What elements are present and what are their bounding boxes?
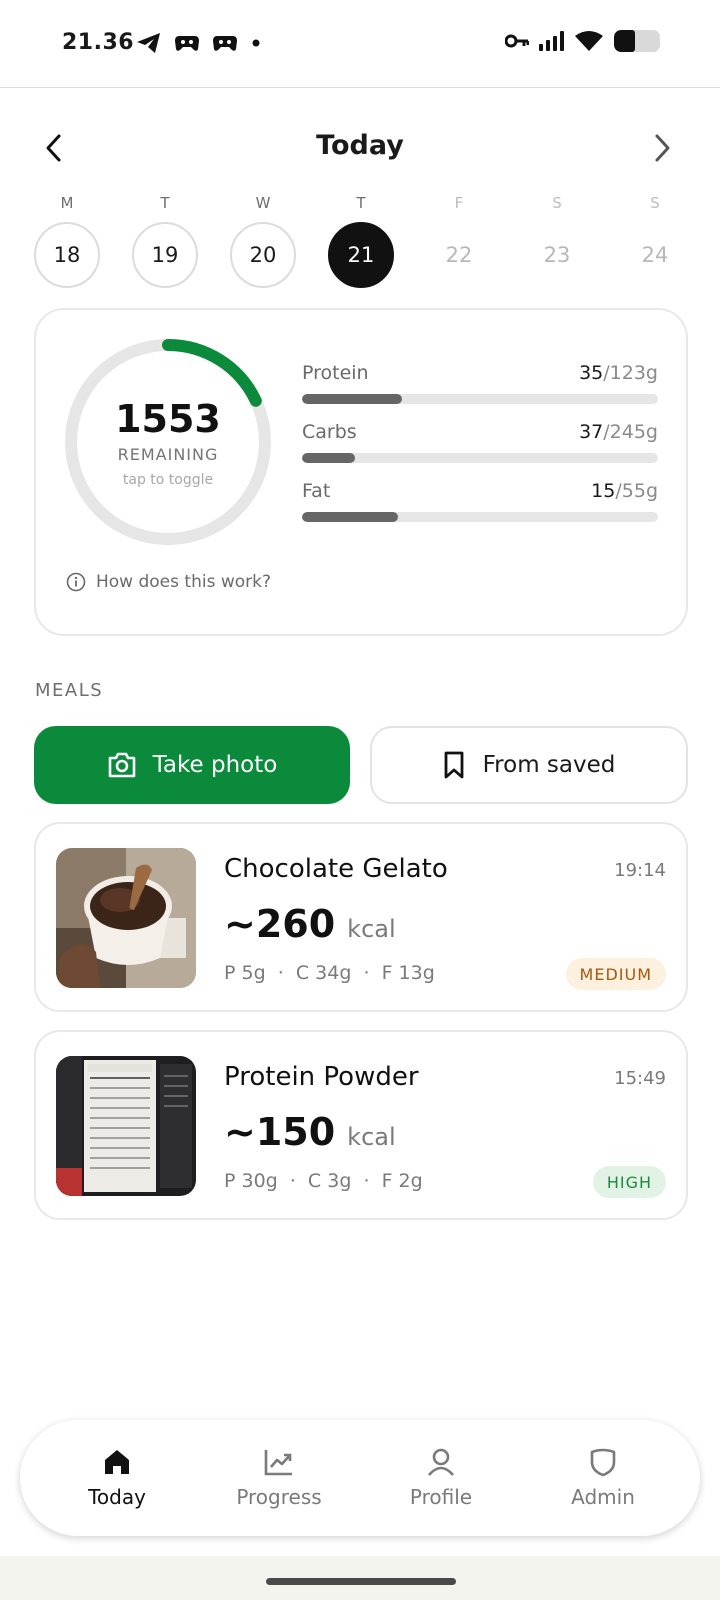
macro-value: 37/245g xyxy=(579,421,658,443)
nav-label: Progress xyxy=(236,1485,322,1509)
remaining-calories-value: 1553 xyxy=(115,396,221,441)
macro-name: Carbs xyxy=(302,421,357,443)
day-number: 23 xyxy=(543,243,571,267)
telegram-icon xyxy=(137,33,160,53)
meal-time: 19:14 xyxy=(614,860,666,881)
nav-progress[interactable]: Progress xyxy=(204,1447,354,1509)
meal-kcal-unit: kcal xyxy=(347,915,396,943)
toggle-hint: tap to toggle xyxy=(122,471,214,488)
from-saved-button[interactable]: From saved xyxy=(370,726,688,804)
day-number: 22 xyxy=(445,243,473,267)
macro-progress-bar xyxy=(302,453,658,463)
status-left-icons xyxy=(136,32,262,54)
meal-kcal-value: ~150 xyxy=(224,1110,336,1154)
nav-label: Today xyxy=(88,1485,146,1509)
day-number[interactable]: 18 xyxy=(34,222,100,288)
nav-label: Profile xyxy=(409,1485,473,1509)
wifi-icon xyxy=(575,31,603,51)
shield-icon xyxy=(590,1448,616,1477)
day-number[interactable]: 20 xyxy=(230,222,296,288)
meal-calories: ~150 kcal xyxy=(224,1110,396,1154)
from-saved-label: From saved xyxy=(482,752,616,778)
how-it-works-text: How does this work? xyxy=(96,572,271,592)
home-gesture-bar[interactable] xyxy=(266,1578,456,1585)
macro-fat: Fat 15/55g xyxy=(302,480,658,539)
status-right-icons xyxy=(505,30,660,52)
meal-card[interactable]: Chocolate Gelato 19:14 ~260 kcal P 5g · … xyxy=(34,822,688,1012)
meal-macros: P 5g · C 34g · F 13g xyxy=(224,962,435,984)
meal-kcal-value: ~260 xyxy=(224,902,336,946)
day-number[interactable]: 21 xyxy=(328,222,394,288)
game-controller-icon xyxy=(175,36,199,51)
date-header: Today xyxy=(0,120,720,176)
take-photo-label: Take photo xyxy=(152,752,278,778)
meal-name: Chocolate Gelato xyxy=(224,854,448,884)
day-letter: W xyxy=(255,194,271,212)
macro-list: Protein 35/123g Carbs 37/245g Fat 15/55g xyxy=(302,362,658,539)
day-thursday-selected[interactable]: T 21 xyxy=(328,194,394,294)
calorie-ring-center[interactable]: 1553 REMAINING tap to toggle xyxy=(62,336,274,548)
bottom-navigation: Today Progress Profile Admin xyxy=(20,1420,700,1536)
vpn-key-icon xyxy=(505,34,529,48)
nav-label: Admin xyxy=(571,1485,635,1509)
week-strip: M 18 T 19 W 20 T 21 F 22 S 23 S 24 xyxy=(34,194,688,294)
macro-name: Protein xyxy=(302,362,369,384)
day-number[interactable]: 19 xyxy=(132,222,198,288)
macro-progress-bar xyxy=(302,394,658,404)
day-monday[interactable]: M 18 xyxy=(34,194,100,294)
macro-value: 35/123g xyxy=(579,362,658,384)
nav-today[interactable]: Today xyxy=(42,1447,192,1509)
battery-icon xyxy=(614,30,660,52)
day-friday: F 22 xyxy=(426,194,492,294)
confidence-badge: MEDIUM xyxy=(565,958,666,990)
next-day-button[interactable] xyxy=(644,128,680,168)
person-icon xyxy=(428,1448,454,1476)
day-sunday: S 24 xyxy=(622,194,688,294)
meal-name: Protein Powder xyxy=(224,1062,419,1092)
home-icon xyxy=(105,1450,129,1474)
day-letter: F xyxy=(454,194,464,212)
meal-macros: P 30g · C 3g · F 2g xyxy=(224,1170,423,1192)
meal-kcal-unit: kcal xyxy=(347,1123,396,1151)
meal-card[interactable]: Protein Powder 15:49 ~150 kcal P 30g · C… xyxy=(34,1030,688,1220)
day-tuesday[interactable]: T 19 xyxy=(132,194,198,294)
day-wednesday[interactable]: W 20 xyxy=(230,194,296,294)
signal-icon xyxy=(539,31,564,51)
dot-icon xyxy=(252,39,260,47)
remaining-label: REMAINING xyxy=(117,444,219,464)
day-letter: M xyxy=(60,194,74,212)
nav-admin[interactable]: Admin xyxy=(528,1447,678,1509)
meal-photo xyxy=(56,1056,196,1196)
day-letter: S xyxy=(650,194,660,212)
meal-time: 15:49 xyxy=(614,1068,666,1089)
chart-trend-icon xyxy=(264,1450,292,1476)
macro-progress-bar xyxy=(302,512,658,522)
page-title: Today xyxy=(316,130,404,161)
take-photo-button[interactable]: Take photo xyxy=(34,726,350,804)
daily-summary-card: 1553 REMAINING tap to toggle Protein 35/… xyxy=(34,308,688,636)
status-time: 21.36 xyxy=(62,30,135,55)
game-controller-icon xyxy=(213,36,237,51)
day-number: 24 xyxy=(641,243,669,267)
day-letter: S xyxy=(552,194,562,212)
bookmark-icon xyxy=(444,751,464,779)
day-letter: T xyxy=(160,194,170,212)
macro-value: 15/55g xyxy=(591,480,658,502)
confidence-badge: HIGH xyxy=(592,1166,666,1198)
macro-carbs: Carbs 37/245g xyxy=(302,421,658,480)
chevron-right-icon xyxy=(655,134,670,162)
macro-name: Fat xyxy=(302,480,331,502)
day-saturday: S 23 xyxy=(524,194,590,294)
meal-calories: ~260 kcal xyxy=(224,902,396,946)
macro-protein: Protein 35/123g xyxy=(302,362,658,421)
camera-icon xyxy=(108,752,135,778)
meal-photo xyxy=(56,848,196,988)
nav-profile[interactable]: Profile xyxy=(366,1447,516,1509)
day-letter: T xyxy=(356,194,366,212)
how-it-works-link[interactable]: How does this work? xyxy=(66,572,271,592)
status-bar: 21.36 xyxy=(0,0,720,88)
info-icon xyxy=(66,572,86,592)
meals-section-label: MEALS xyxy=(35,680,104,701)
